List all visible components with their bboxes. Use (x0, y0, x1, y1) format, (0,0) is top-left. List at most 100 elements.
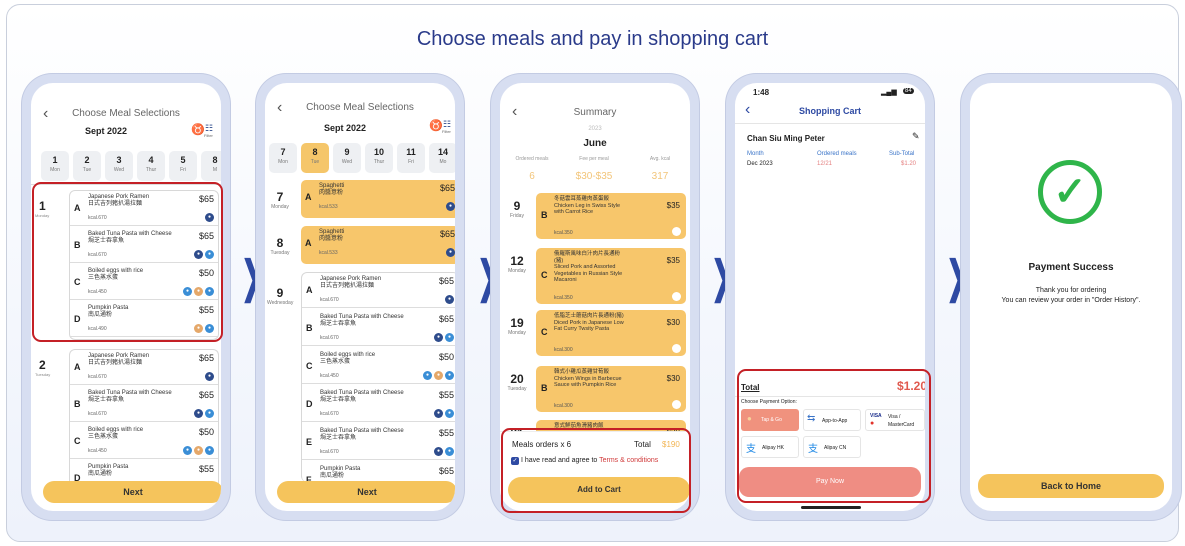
meal-kcal: kcal.350 (554, 230, 573, 236)
summary-day-name: Monday (508, 330, 526, 336)
diet-tag-icon (672, 227, 681, 236)
day-number: 5 (180, 155, 186, 165)
meal-name: Baked Tuna Pasta with Cheese 焗芝士吞拿魚 (88, 390, 172, 403)
next-button[interactable]: Next (43, 481, 221, 503)
diet-tag-icon: ● (434, 447, 443, 456)
meal-option[interactable]: A Spaghetti 肉醬意粉 $65 kcal.533 ● (301, 226, 455, 261)
meal-price: $30 (666, 318, 680, 327)
meal-option[interactable]: E Baked Tuna Pasta with Cheese 焗芝士吞拿魚 $55 k… (302, 425, 455, 460)
meal-price: $30 (666, 374, 680, 383)
meal-kcal: kcal.300 (554, 403, 573, 409)
summary-day-name: Tuesday (507, 386, 527, 392)
meal-option[interactable]: D Baked Tuna Pasta with Cheese 焗芝士吞拿魚 $55 k… (302, 387, 455, 422)
meal-kcal: kcal.670 (320, 411, 339, 417)
summary-meal-card[interactable]: B 韓式小雞瓜蒸雞甘荀飯 Chicken Wings in Barbecue Sa… (536, 366, 686, 412)
meal-option[interactable]: A Spaghetti 肉醬意粉 $65 kcal.533 ● (301, 180, 455, 215)
bell-icon[interactable]: ♉ (191, 123, 205, 136)
day-number: 8 (212, 155, 218, 165)
success-check-icon: ✓ (1038, 160, 1102, 224)
day-weekday: Fri (180, 167, 186, 173)
day-number: 7 (280, 147, 286, 157)
stat-value: $30-$35 (575, 171, 613, 182)
day-weekday: Wed (113, 167, 125, 173)
meal-letter: C (541, 327, 548, 337)
group-day-number: 9 (276, 286, 284, 300)
meal-option[interactable]: A Japanese Pork Ramen 日式吉列豬扒湯拉麵 $65 kcal.67… (70, 350, 218, 385)
meal-letter: B (541, 383, 548, 393)
group-day: 9 Wednesday (267, 286, 293, 306)
meal-name: Boiled eggs with rice 三色蒸水蛋 (320, 352, 376, 365)
meal-price: $35 (666, 256, 680, 265)
status-time: 1:48 (753, 88, 770, 97)
summary-day-number: 9 (513, 199, 521, 213)
diet-tag-icon: ● (434, 333, 443, 342)
meal-price: $35 (666, 201, 680, 210)
day-number: 2 (84, 155, 90, 165)
meal-option[interactable]: B Baked Tuna Pasta with Cheese 焗芝士吞拿魚 $65 k… (302, 311, 455, 346)
diet-tag-icon: ● (445, 333, 454, 342)
day-selector[interactable]: 3 Wed (105, 151, 133, 181)
summary-meal-card[interactable]: C 低脂芝士蘑菇肉片長通粉(豬) Diced Pork in Japanese L… (536, 310, 686, 356)
diet-tag-icon (672, 292, 681, 301)
group-day-number: 2 (39, 358, 46, 372)
day-selector[interactable]: 11 Fri (397, 143, 425, 173)
row-subtotal: $1.20 (901, 161, 917, 167)
bell-icon[interactable]: ♉ (429, 119, 443, 132)
day-number: 1 (52, 155, 58, 165)
meal-price: $65 (439, 229, 455, 239)
day-selector[interactable]: 14 Mo (429, 143, 455, 173)
meal-option[interactable]: C Boiled eggs with rice 三色蒸水蛋 $50 kcal.450 ●… (70, 424, 218, 459)
meal-price: $55 (198, 464, 214, 474)
col-subtotal: Sub-Total (889, 151, 915, 157)
group-day-name: Tuesday (35, 372, 51, 377)
meal-option[interactable]: B Baked Tuna Pasta with Cheese 焗芝士吞拿魚 $65 k… (70, 387, 218, 422)
meal-letter: B (74, 399, 81, 409)
day-weekday: Thur (373, 159, 385, 165)
row-ordered: 12/21 (817, 161, 833, 167)
diet-tag-icon: ● (446, 248, 455, 257)
summary-meal-card[interactable]: C 俄羅斯風味白汁肉片長通粉 (豬) Sliced Pork and Assort… (536, 248, 686, 304)
col-ordered: Ordered meals (817, 151, 857, 157)
summary-day-number: 20 (510, 372, 524, 386)
day-selector[interactable]: 4 Thur (137, 151, 165, 181)
meal-option[interactable]: A Japanese Pork Ramen 日式吉列豬扒湯拉麵 $65 kcal.67… (302, 273, 455, 308)
meal-price: $65 (439, 183, 455, 193)
meal-option-selected[interactable]: A Spaghetti 肉醬意粉 $65 kcal.533 ● (301, 226, 455, 264)
meal-letter: E (306, 437, 313, 447)
next-button[interactable]: Next (277, 481, 455, 503)
group-day-number: 7 (276, 190, 284, 204)
day-selector[interactable]: 1 Mon (41, 151, 69, 181)
summary-stat: Fee per meal $30-$35 (562, 156, 626, 182)
col-month: Month (747, 151, 764, 157)
summary-day: 12 Monday (504, 254, 530, 274)
day-selector[interactable]: 9 Wed (333, 143, 361, 173)
day-selector[interactable]: 5 Fri (169, 151, 197, 181)
meal-name: Spaghetti 肉醬意粉 (319, 183, 345, 196)
edit-pencil-icon[interactable]: ✎ (912, 131, 920, 142)
meal-name: Spaghetti 肉醬意粉 (319, 229, 345, 242)
group-day-name: Wednesday (267, 300, 294, 306)
meal-price: $65 (438, 466, 454, 476)
phone-meal-selection-2: ‹ Choose Meal Selections Sept 2022 ♉ ☷ F… (256, 74, 464, 520)
meal-letter: B (541, 210, 548, 220)
diet-tag-icon: ● (445, 447, 454, 456)
meal-option[interactable]: C Boiled eggs with rice 三色蒸水蛋 $50 kcal.450 ●… (302, 349, 455, 384)
back-to-home-button[interactable]: Back to Home (978, 474, 1164, 498)
meal-letter: C (306, 361, 313, 371)
meal-letter: C (74, 436, 81, 446)
day-selector[interactable]: 7 Mon (269, 143, 297, 173)
summary-meal-card[interactable]: B 冬菇雲耳蒸雞肉蒸蛋飯 Chicken Leg in Swiss Style w… (536, 193, 686, 239)
diet-tag-icon: ● (194, 446, 203, 455)
meal-kcal: kcal.670 (88, 411, 107, 417)
diet-tag-icon (672, 400, 681, 409)
day-selector[interactable]: 10 Thur (365, 143, 393, 173)
day-selector[interactable]: 8M (201, 151, 221, 181)
day-selector[interactable]: 8 Tue (301, 143, 329, 173)
meal-kcal: kcal.533 (319, 250, 338, 256)
day-selector[interactable]: 2 Tue (73, 151, 101, 181)
diet-tag-icon: ● (434, 371, 443, 380)
summary-stat: Ordered meals 6 (500, 156, 564, 182)
meal-option-selected[interactable]: A Spaghetti 肉醬意粉 $65 kcal.533 ● (301, 180, 455, 218)
screen-header: Shopping Cart (799, 106, 861, 116)
meal-price: $55 (438, 428, 454, 438)
